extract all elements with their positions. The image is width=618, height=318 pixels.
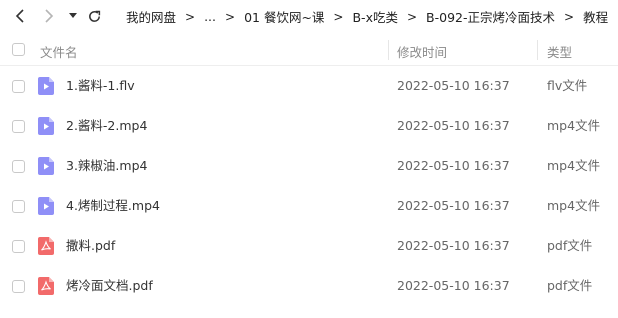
file-name[interactable]: 撒料.pdf bbox=[66, 226, 115, 266]
file-name[interactable]: 2.酱料-2.mp4 bbox=[66, 106, 147, 146]
file-type: pdf文件 bbox=[547, 278, 593, 293]
column-divider[interactable] bbox=[537, 40, 538, 60]
file-name[interactable]: 4.烤制过程.mp4 bbox=[66, 186, 160, 226]
refresh-button[interactable] bbox=[84, 6, 104, 26]
back-button[interactable] bbox=[11, 6, 31, 26]
row-checkbox[interactable] bbox=[12, 200, 25, 213]
file-modified-time: 2022-05-10 16:37 bbox=[397, 278, 510, 293]
file-name[interactable]: 1.酱料-1.flv bbox=[66, 66, 135, 106]
breadcrumb-separator: > bbox=[185, 9, 196, 24]
pdf-file-icon bbox=[38, 237, 54, 255]
row-checkbox[interactable] bbox=[12, 120, 25, 133]
row-checkbox[interactable] bbox=[12, 280, 25, 293]
file-type: mp4文件 bbox=[547, 118, 601, 133]
row-checkbox[interactable] bbox=[12, 160, 25, 173]
caret-down-icon bbox=[69, 13, 77, 18]
breadcrumb-separator: > bbox=[564, 9, 575, 24]
column-header-type[interactable]: 类型 bbox=[547, 42, 572, 61]
row-checkbox[interactable] bbox=[12, 240, 25, 253]
pdf-file-icon bbox=[38, 277, 54, 295]
breadcrumb-separator: > bbox=[333, 9, 344, 24]
select-all-checkbox[interactable] bbox=[12, 43, 25, 56]
file-modified-time: 2022-05-10 16:37 bbox=[397, 238, 510, 253]
refresh-icon bbox=[88, 10, 100, 22]
file-row[interactable]: 4.烤制过程.mp4 2022-05-10 16:37 mp4文件 bbox=[0, 186, 618, 226]
file-name[interactable]: 3.辣椒油.mp4 bbox=[66, 146, 147, 186]
file-type: mp4文件 bbox=[547, 198, 601, 213]
breadcrumb-item[interactable]: 我的网盘 bbox=[126, 7, 176, 26]
toolbar: 我的网盘 >... >01 餐饮网~课 > B-x吃类 > B-092-正宗烤冷面技术 > 教程… bbox=[0, 0, 618, 33]
file-row[interactable]: 烤冷面文档.pdf 2022-05-10 16:37 pdf文件 bbox=[0, 266, 618, 306]
video-file-icon bbox=[38, 197, 54, 215]
file-type: mp4文件 bbox=[547, 158, 601, 173]
table-header: 文件名 修改时间 类型 bbox=[0, 33, 618, 66]
breadcrumb-item[interactable]: 01 餐饮网~课 bbox=[244, 7, 324, 26]
file-row[interactable]: 3.辣椒油.mp4 2022-05-10 16:37 mp4文件 bbox=[0, 146, 618, 186]
column-header-modified[interactable]: 修改时间 bbox=[397, 42, 447, 61]
breadcrumb-item[interactable]: B-x吃类 bbox=[352, 7, 397, 26]
breadcrumb-item[interactable]: B-092-正宗烤冷面技术 bbox=[426, 7, 555, 26]
row-checkbox[interactable] bbox=[12, 80, 25, 93]
file-modified-time: 2022-05-10 16:37 bbox=[397, 158, 510, 173]
history-dropdown-button[interactable] bbox=[63, 6, 83, 26]
chevron-right-icon bbox=[45, 9, 54, 23]
chevron-left-icon bbox=[15, 9, 24, 23]
column-divider[interactable] bbox=[388, 40, 389, 60]
file-modified-time: 2022-05-10 16:37 bbox=[397, 78, 510, 93]
breadcrumb-item[interactable]: ... bbox=[204, 9, 216, 24]
video-file-icon bbox=[38, 157, 54, 175]
breadcrumb: 我的网盘 >... >01 餐饮网~课 > B-x吃类 > B-092-正宗烤冷面技术 > 教程… bbox=[126, 0, 618, 33]
video-file-icon bbox=[38, 117, 54, 135]
breadcrumb-separator: > bbox=[406, 9, 418, 24]
video-file-icon bbox=[38, 77, 54, 95]
breadcrumb-item[interactable]: 教程 bbox=[583, 7, 608, 26]
column-header-name[interactable]: 文件名 bbox=[40, 42, 78, 61]
file-name[interactable]: 烤冷面文档.pdf bbox=[66, 266, 153, 306]
file-row[interactable]: 2.酱料-2.mp4 2022-05-10 16:37 mp4文件 bbox=[0, 106, 618, 146]
file-type: pdf文件 bbox=[547, 238, 593, 253]
file-type: flv文件 bbox=[547, 78, 588, 93]
file-modified-time: 2022-05-10 16:37 bbox=[397, 118, 510, 133]
file-modified-time: 2022-05-10 16:37 bbox=[397, 198, 510, 213]
forward-button[interactable] bbox=[38, 6, 58, 26]
breadcrumb-separator: > bbox=[225, 9, 236, 24]
file-row[interactable]: 1.酱料-1.flv 2022-05-10 16:37 flv文件 bbox=[0, 66, 618, 106]
file-row[interactable]: 撒料.pdf 2022-05-10 16:37 pdf文件 bbox=[0, 226, 618, 266]
